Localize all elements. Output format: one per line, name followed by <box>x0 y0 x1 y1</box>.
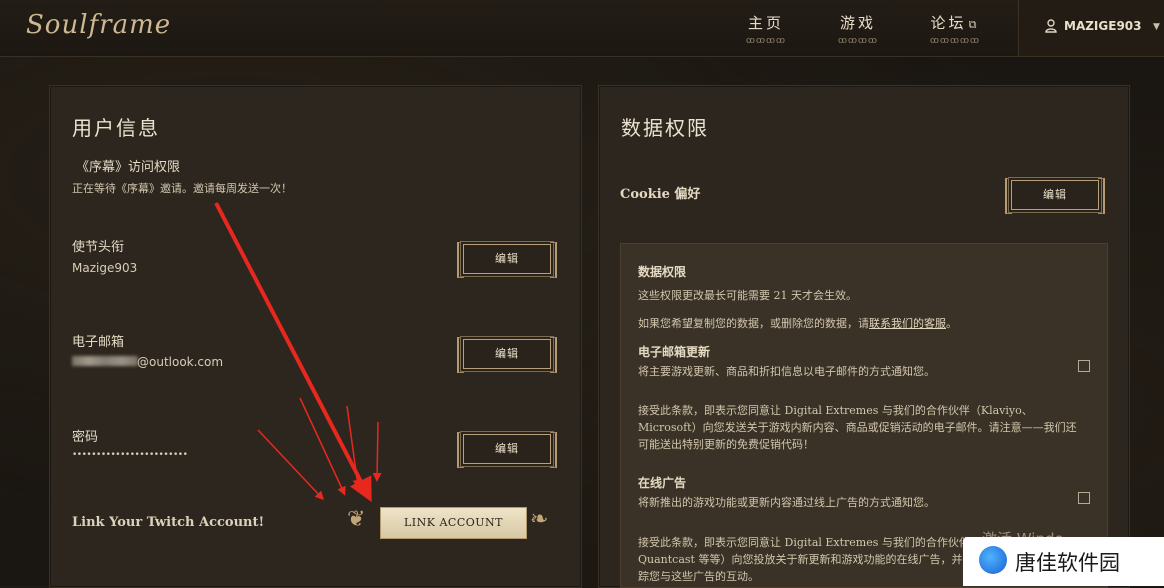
data-permissions-title: 数据权限 <box>621 116 709 140</box>
ads-terms-line-3: 踪您与这些广告的互动。 <box>638 570 759 583</box>
email-terms-line-2: Microsoft）向您发送关于游戏内新内容、商品或促销活动的电子邮件。请注意—… <box>638 421 1077 434</box>
edit-cookie-label: 编辑 <box>1043 188 1067 201</box>
button-frame-right <box>550 432 557 468</box>
prologue-access-desc: 正在等待《序幕》邀请。邀请每周发送一次！ <box>72 182 292 195</box>
button-frame-right <box>1098 178 1105 214</box>
box-desc-1: 这些权限更改最长可能需要 21 天才会生效。 <box>638 289 857 302</box>
twitch-label: Link Your Twitch Account! <box>72 515 265 530</box>
nav-game[interactable]: 游戏 ꝏꝏꝏꝏ <box>838 12 878 46</box>
nav-forum-text: 论坛 <box>930 14 967 32</box>
box-desc-2: 如果您希望复制您的数据，或删除您的数据，请联系我们的客服。 <box>638 315 957 331</box>
box-desc-2-pre: 如果您希望复制您的数据，或删除您的数据，请 <box>638 317 869 330</box>
online-ads-checkbox[interactable] <box>1078 492 1090 504</box>
online-ads-desc: 将新推出的游戏功能或更新内容通过线上广告的方式通知您。 <box>638 496 935 509</box>
nav-home-runes: ꝏꝏꝏꝏ <box>746 36 786 46</box>
user-icon <box>1045 19 1057 33</box>
box-title: 数据权限 <box>638 265 687 279</box>
online-ads-title: 在线广告 <box>638 476 687 490</box>
top-navigation-bar: Soulframe 主页 ꝏꝏꝏꝏ 游戏 ꝏꝏꝏꝏ 论坛 ⧉ ꝏꝏꝏꝏꝏ MAZI… <box>0 0 1164 57</box>
edit-envoy-label: 编辑 <box>495 252 519 265</box>
email-updates-desc: 将主要游戏更新、商品和折扣信息以电子邮件的方式通知您。 <box>638 365 935 378</box>
chevron-down-icon: ▼ <box>1153 22 1160 32</box>
edit-email-button[interactable]: 编辑 <box>457 337 557 373</box>
external-link-icon: ⧉ <box>968 18 980 31</box>
password-label: 密码 <box>72 430 99 445</box>
flourish-left-icon: ❦ <box>347 507 366 532</box>
edit-cookie-button[interactable]: 编辑 <box>1005 178 1105 214</box>
email-updates-title: 电子邮箱更新 <box>638 345 711 359</box>
user-menu[interactable]: MAZIGE903 ▼ <box>1018 0 1164 56</box>
flourish-right-icon: ❧ <box>530 507 549 532</box>
ads-terms-line-2: Quantcast 等等）向您投放关于新更新和游戏功能的在线广告，并 <box>638 553 963 566</box>
nav-forum-runes: ꝏꝏꝏꝏꝏ <box>930 36 980 46</box>
edit-envoy-button[interactable]: 编辑 <box>457 242 557 278</box>
email-redacted <box>72 356 138 366</box>
email-terms-line-1: 接受此条款，即表示您同意让 Digital Extremes 与我们的合作伙伴（… <box>638 404 1033 417</box>
nav-home[interactable]: 主页 ꝏꝏꝏꝏ <box>746 12 786 46</box>
email-value: @outlook.com <box>137 355 224 369</box>
soulframe-logo[interactable]: Soulframe <box>26 10 171 40</box>
box-desc-2-post: 。 <box>946 317 957 330</box>
contact-support-link[interactable]: 联系我们的客服 <box>869 317 946 330</box>
ads-terms-line-1: 接受此条款，即表示您同意让 Digital Extremes 与我们的合作伙伴 <box>638 536 970 549</box>
password-value: •••••••••••••••••••••••• <box>72 450 188 460</box>
watermark-badge: 唐佳软件园 <box>963 537 1164 586</box>
username: MAZIGE903 <box>1064 19 1142 33</box>
user-info-title: 用户信息 <box>72 116 160 140</box>
nav-game-runes: ꝏꝏꝏꝏ <box>838 36 878 46</box>
nav-game-label: 游戏 <box>839 14 876 32</box>
envoy-title-label: 使节头衔 <box>72 240 125 255</box>
edit-password-label: 编辑 <box>495 442 519 455</box>
watermark-text: 唐佳软件园 <box>1015 551 1120 575</box>
nav-forum-label: 论坛 ⧉ <box>930 12 980 33</box>
edit-password-button[interactable]: 编辑 <box>457 432 557 468</box>
edit-email-label: 编辑 <box>495 347 519 360</box>
prologue-access-title: 《序幕》访问权限 <box>76 160 181 175</box>
email-label: 电子邮箱 <box>72 335 125 350</box>
cookie-preferences-label: Cookie 偏好 <box>620 187 701 202</box>
nav-home-label: 主页 <box>747 14 784 32</box>
button-frame-right <box>550 242 557 278</box>
email-updates-checkbox[interactable] <box>1078 360 1090 372</box>
link-account-button[interactable]: LINK ACCOUNT <box>380 507 527 539</box>
envoy-title-value: Mazige903 <box>72 261 138 275</box>
watermark-logo-icon <box>979 546 1007 574</box>
nav-forum[interactable]: 论坛 ⧉ ꝏꝏꝏꝏꝏ <box>930 12 980 46</box>
email-terms-line-3: 可能送出特别更新的免费促销代码！ <box>638 438 814 451</box>
button-frame-right <box>550 337 557 373</box>
